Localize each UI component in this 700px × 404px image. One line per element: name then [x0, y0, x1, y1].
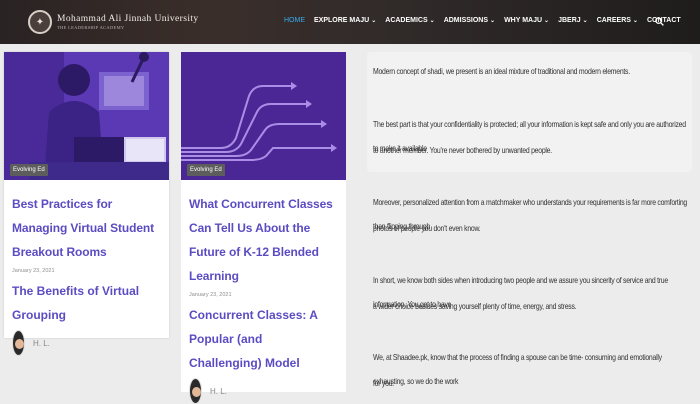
- chevron-down-icon: ⌄: [429, 18, 435, 24]
- chevron-down-icon: ⌄: [632, 18, 638, 24]
- related-post-link[interactable]: The Benefits of Virtual Grouping: [12, 279, 161, 327]
- card-image-concurrent-classes[interactable]: Evolving Ed: [181, 52, 346, 180]
- top-navbar: ✦ Mohammad Ali Jinnah University THE LEA…: [0, 0, 700, 44]
- author-avatar[interactable]: [12, 330, 25, 356]
- author-avatar[interactable]: [189, 378, 202, 404]
- university-logo[interactable]: ✦ Mohammad Ali Jinnah University THE LEA…: [28, 10, 199, 34]
- search-icon[interactable]: [655, 17, 664, 26]
- chevron-down-icon: ⌄: [582, 18, 588, 24]
- blog-card: Evolving Ed What Concurrent Classes Can …: [181, 52, 346, 404]
- university-wordmark: Mohammad Ali Jinnah University THE LEADE…: [57, 14, 199, 30]
- chevron-down-icon: ⌄: [490, 18, 496, 24]
- category-badge[interactable]: Evolving Ed: [187, 164, 225, 176]
- post-date: January 23, 2021: [189, 292, 232, 298]
- menu-item-explore-maju[interactable]: EXPLORE MAJU ⌄: [314, 17, 376, 24]
- menu-item-admissions[interactable]: ADMISSIONS ⌄: [444, 17, 495, 24]
- article-paragraph: Modern concept of shadi, we present is a…: [373, 67, 630, 76]
- menu-item-jberj[interactable]: JBERJ ⌄: [558, 17, 588, 24]
- menu-item-why-maju[interactable]: WHY MAJU ⌄: [504, 17, 549, 24]
- article-paragraph: a wider choice besides saving yourself p…: [373, 302, 577, 311]
- author-name[interactable]: H. L.: [33, 339, 50, 348]
- category-badge[interactable]: Evolving Ed: [10, 164, 48, 176]
- post-title-link[interactable]: What Concurrent Classes Can Tell Us Abou…: [189, 192, 338, 288]
- main-menu: HOME EXPLORE MAJU ⌄ ACADEMICS ⌄ ADMISSIONS…: [284, 17, 690, 24]
- article-paragraph: to another member. You're never bothered…: [373, 146, 552, 155]
- post-date: January 23, 2021: [12, 268, 55, 274]
- branching-arrows-image: [181, 52, 346, 180]
- blog-card: Evolving Ed Best Practices for Managing …: [4, 52, 169, 356]
- post-title-link[interactable]: Best Practices for Managing Virtual Stud…: [12, 192, 161, 264]
- chevron-down-icon: ⌄: [371, 18, 377, 24]
- author-name[interactable]: H. L.: [210, 387, 227, 396]
- menu-item-careers[interactable]: CAREERS ⌄: [597, 17, 638, 24]
- card-image-virtual-learning[interactable]: Evolving Ed: [4, 52, 169, 180]
- student-at-laptop-image: [4, 52, 169, 180]
- author-row: H. L.: [189, 378, 338, 404]
- article-paragraph: photos of people you don't even know.: [373, 224, 481, 233]
- article-paragraph: for you.: [373, 379, 394, 388]
- menu-item-home[interactable]: HOME: [284, 17, 305, 24]
- university-name: Mohammad Ali Jinnah University: [57, 14, 199, 24]
- chevron-down-icon: ⌄: [544, 18, 550, 24]
- university-seal-icon: ✦: [28, 10, 52, 34]
- menu-item-academics[interactable]: ACADEMICS ⌄: [385, 17, 434, 24]
- author-row: H. L.: [12, 330, 161, 356]
- university-tagline: THE LEADERSHIP ACADEMY: [57, 25, 125, 30]
- related-post-link[interactable]: Concurrent Classes: A Popular (and Chall…: [189, 303, 338, 375]
